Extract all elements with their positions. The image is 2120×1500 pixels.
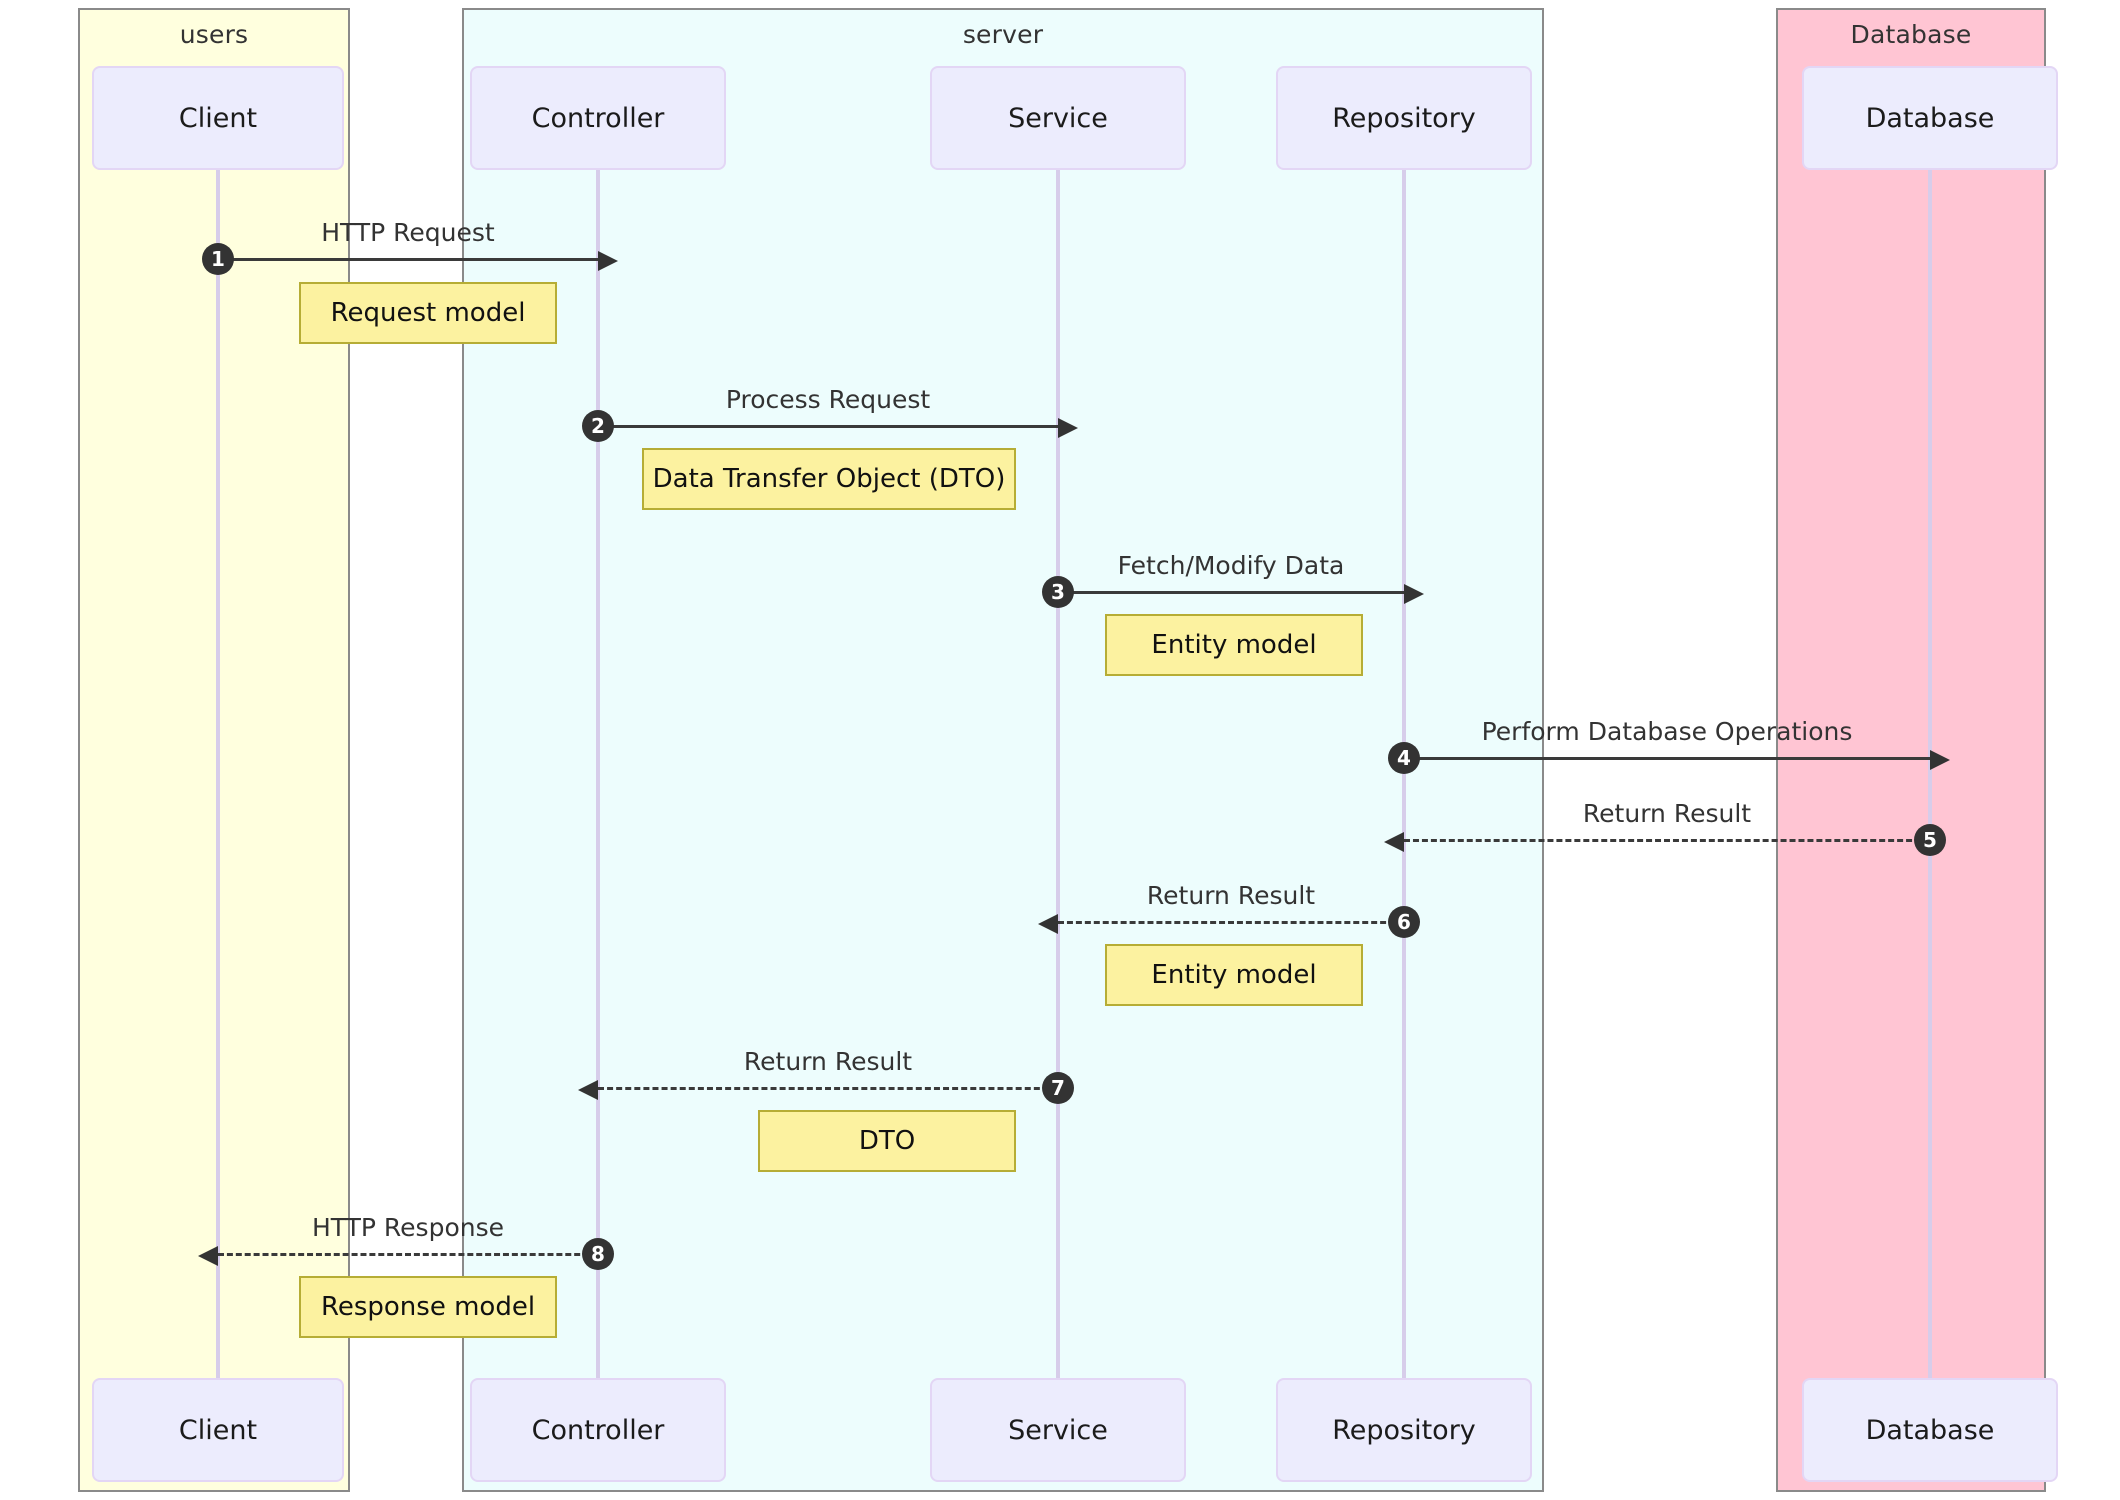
- message-6-line: [1038, 914, 1404, 934]
- participant-database-bottom[interactable]: Database: [1802, 1378, 2058, 1482]
- message-2-label: Process Request: [725, 385, 931, 414]
- message-5-line: [1384, 832, 1930, 852]
- note-dto-in: Data Transfer Object (DTO): [642, 448, 1016, 510]
- participant-database-top[interactable]: Database: [1802, 66, 2058, 170]
- sequence-badge-6: 6: [1388, 906, 1420, 938]
- message-7-label: Return Result: [743, 1047, 913, 1076]
- note-response-model: Response model: [299, 1276, 557, 1338]
- message-8-line: [198, 1246, 598, 1266]
- arrow-head-right-3: [1404, 584, 1424, 604]
- sequence-diagram: users server Database Client Controller Servi…: [0, 0, 2120, 1500]
- message-3-line: [1058, 584, 1424, 604]
- group-users: users: [78, 8, 350, 1492]
- lifeline-client: [216, 170, 220, 1378]
- note-entity-model-1: Entity model: [1105, 614, 1363, 676]
- arrow-head-right-1: [598, 251, 618, 271]
- arrow-head-left-5: [1384, 832, 1404, 852]
- group-database: Database: [1776, 8, 2046, 1492]
- lifeline-repository: [1402, 170, 1406, 1378]
- arrow-head-left-7: [578, 1080, 598, 1100]
- message-3-label: Fetch/Modify Data: [1117, 551, 1345, 580]
- sequence-badge-7: 7: [1042, 1072, 1074, 1104]
- lifeline-service: [1056, 170, 1060, 1378]
- sequence-badge-3: 3: [1042, 576, 1074, 608]
- message-1-line: [218, 251, 618, 271]
- arrow-head-right-4: [1930, 750, 1950, 770]
- participant-client-bottom[interactable]: Client: [92, 1378, 344, 1482]
- participant-service-top[interactable]: Service: [930, 66, 1186, 170]
- arrow-head-right-2: [1058, 418, 1078, 438]
- message-1-label: HTTP Request: [321, 218, 495, 247]
- group-server: server: [462, 8, 1544, 1492]
- group-label-users: users: [179, 20, 249, 49]
- sequence-badge-2: 2: [582, 410, 614, 442]
- message-4-line: [1404, 750, 1950, 770]
- message-6-label: Return Result: [1146, 881, 1316, 910]
- message-7-line: [578, 1080, 1058, 1100]
- sequence-badge-5: 5: [1914, 824, 1946, 856]
- message-2-line: [598, 418, 1078, 438]
- arrow-head-left-8: [198, 1246, 218, 1266]
- participant-repository-top[interactable]: Repository: [1276, 66, 1532, 170]
- note-entity-model-2: Entity model: [1105, 944, 1363, 1006]
- sequence-badge-8: 8: [582, 1238, 614, 1270]
- sequence-badge-4: 4: [1388, 742, 1420, 774]
- participant-controller-bottom[interactable]: Controller: [470, 1378, 726, 1482]
- participant-client-top[interactable]: Client: [92, 66, 344, 170]
- message-4-label: Perform Database Operations: [1481, 717, 1853, 746]
- participant-repository-bottom[interactable]: Repository: [1276, 1378, 1532, 1482]
- message-8-label: HTTP Response: [312, 1213, 504, 1242]
- lifeline-controller: [596, 170, 600, 1378]
- sequence-badge-1: 1: [202, 243, 234, 275]
- note-dto-out: DTO: [758, 1110, 1016, 1172]
- participant-service-bottom[interactable]: Service: [930, 1378, 1186, 1482]
- lifeline-database: [1928, 170, 1932, 1378]
- message-5-label: Return Result: [1582, 799, 1752, 828]
- note-request-model: Request model: [299, 282, 557, 344]
- group-label-server: server: [962, 20, 1044, 49]
- group-label-database: Database: [1850, 20, 1972, 49]
- participant-controller-top[interactable]: Controller: [470, 66, 726, 170]
- arrow-head-left-6: [1038, 914, 1058, 934]
